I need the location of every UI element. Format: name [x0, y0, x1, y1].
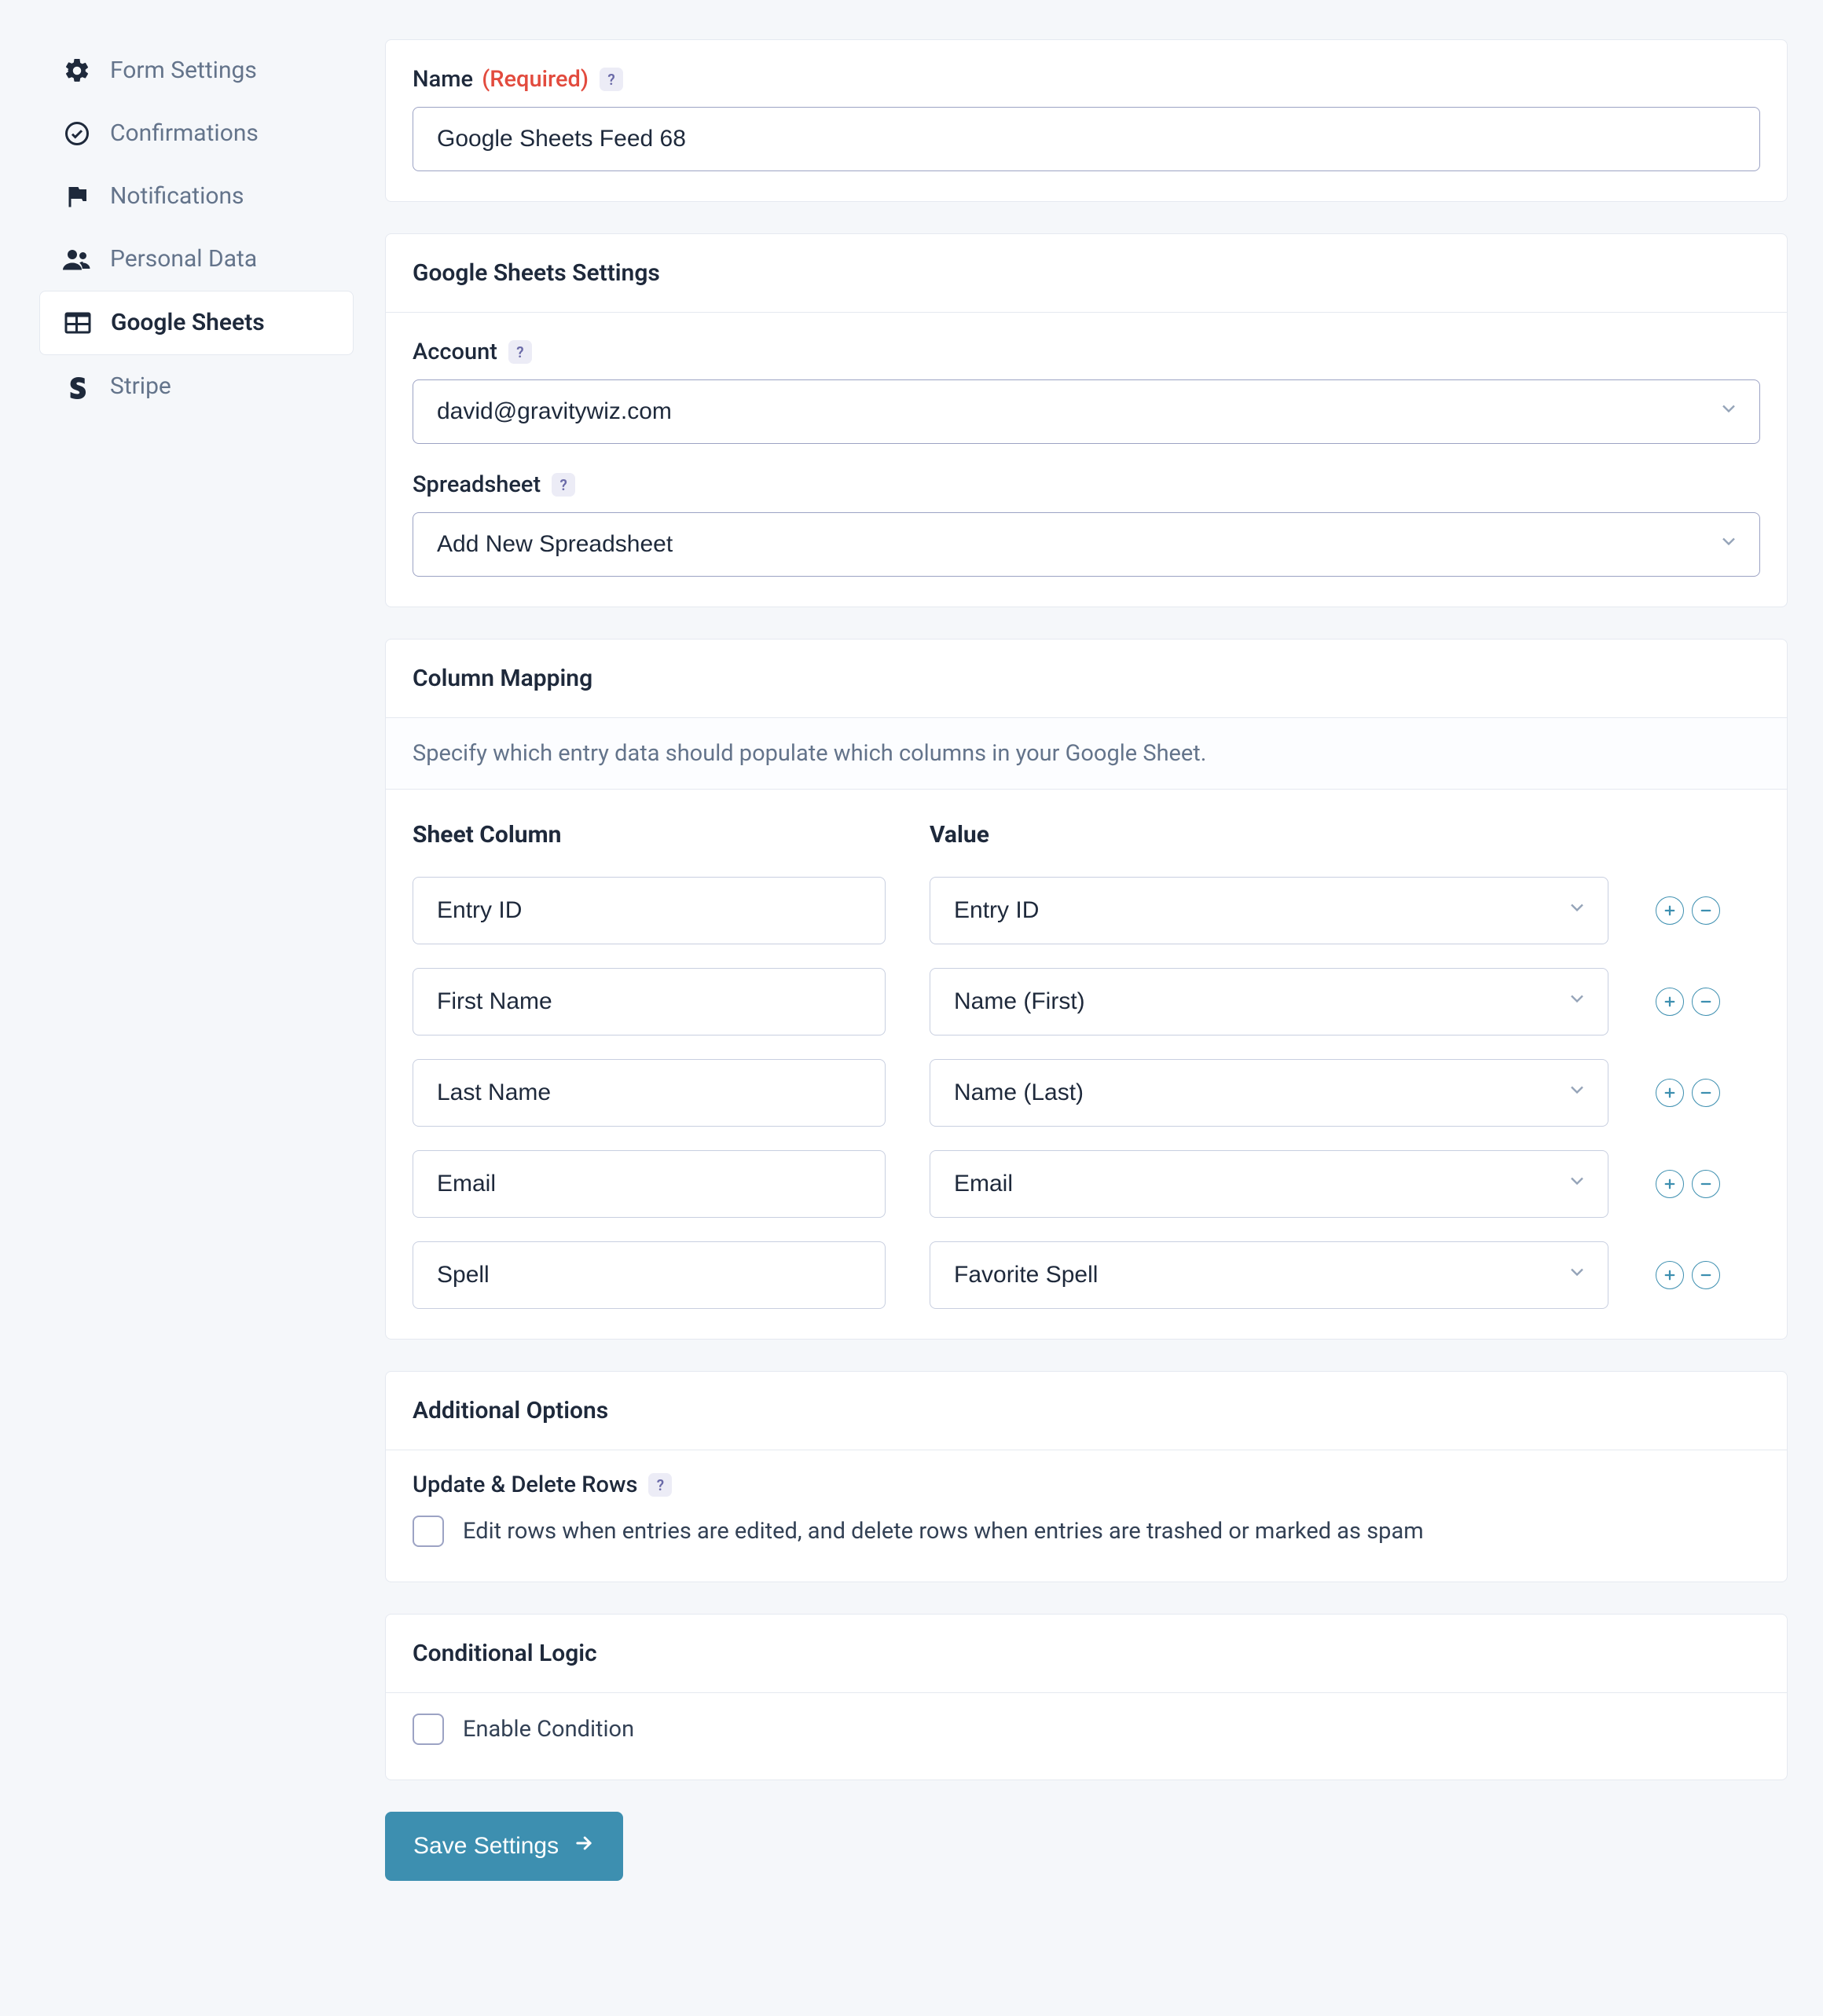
row-actions: [1652, 896, 1720, 925]
value-select[interactable]: [930, 1059, 1608, 1127]
sheet-column-input[interactable]: [413, 1150, 886, 1218]
help-icon[interactable]: ?: [648, 1473, 672, 1497]
sidebar-item-label: Confirmations: [110, 122, 259, 145]
users-icon: [63, 245, 91, 273]
account-label: Account ?: [413, 339, 532, 365]
enable-condition-checkbox[interactable]: [413, 1714, 444, 1745]
remove-row-button[interactable]: [1692, 1079, 1720, 1107]
column-header-value: Value: [930, 821, 1608, 853]
mapping-panel-title: Column Mapping: [386, 640, 1787, 718]
gear-icon: [63, 57, 91, 85]
flag-icon: [63, 182, 91, 211]
value-select[interactable]: [930, 877, 1608, 944]
sheet-column-input[interactable]: [413, 1059, 886, 1127]
mapping-panel-description: Specify which entry data should populate…: [386, 718, 1787, 790]
check-circle-icon: [63, 119, 91, 148]
spreadsheet-label: Spreadsheet ?: [413, 471, 575, 498]
sheets-icon: [64, 309, 92, 337]
mapping-grid: Sheet Column Value: [413, 821, 1760, 1309]
add-row-button[interactable]: [1656, 1079, 1684, 1107]
add-row-button[interactable]: [1656, 896, 1684, 925]
sidebar-item-notifications[interactable]: Notifications: [39, 165, 354, 228]
help-icon[interactable]: ?: [552, 473, 575, 497]
row-actions: [1652, 988, 1720, 1016]
update-delete-rows-label: Update & Delete Rows ?: [413, 1472, 672, 1498]
remove-row-button[interactable]: [1692, 1261, 1720, 1289]
row-actions: [1652, 1170, 1720, 1198]
conditional-logic-title: Conditional Logic: [386, 1615, 1787, 1693]
add-row-button[interactable]: [1656, 988, 1684, 1016]
spreadsheet-select[interactable]: [413, 512, 1760, 577]
sidebar-item-label: Personal Data: [110, 247, 257, 271]
row-actions: [1652, 1079, 1720, 1107]
sidebar-item-label: Google Sheets: [111, 311, 265, 335]
sidebar-item-form-settings[interactable]: Form Settings: [39, 39, 354, 102]
additional-options-title: Additional Options: [386, 1372, 1787, 1450]
row-actions: [1652, 1261, 1720, 1289]
value-select[interactable]: [930, 1241, 1608, 1309]
update-delete-rows-checkbox-label: Edit rows when entries are edited, and d…: [463, 1518, 1424, 1545]
enable-condition-checkbox-label: Enable Condition: [463, 1716, 634, 1743]
value-select[interactable]: [930, 968, 1608, 1035]
remove-row-button[interactable]: [1692, 988, 1720, 1016]
value-select[interactable]: [930, 1150, 1608, 1218]
help-icon[interactable]: ?: [508, 340, 532, 364]
sidebar-item-label: Form Settings: [110, 59, 257, 82]
sheet-column-input[interactable]: [413, 1241, 886, 1309]
account-select[interactable]: [413, 379, 1760, 444]
remove-row-button[interactable]: [1692, 896, 1720, 925]
add-row-button[interactable]: [1656, 1170, 1684, 1198]
feed-name-input[interactable]: [413, 107, 1760, 171]
required-tag: (Required): [482, 66, 589, 93]
add-row-button[interactable]: [1656, 1261, 1684, 1289]
sidebar-item-label: Stripe: [110, 375, 171, 398]
sidebar-item-google-sheets[interactable]: Google Sheets: [39, 291, 354, 355]
name-panel: Name (Required) ?: [385, 39, 1788, 202]
remove-row-button[interactable]: [1692, 1170, 1720, 1198]
additional-options-panel: Additional Options Update & Delete Rows …: [385, 1371, 1788, 1582]
settings-panel-title: Google Sheets Settings: [386, 234, 1787, 313]
sheet-column-input[interactable]: [413, 877, 886, 944]
update-delete-rows-checkbox[interactable]: [413, 1516, 444, 1547]
sidebar-item-label: Notifications: [110, 185, 244, 208]
name-field-label: Name (Required) ?: [413, 66, 623, 93]
mapping-panel: Column Mapping Specify which entry data …: [385, 639, 1788, 1340]
stripe-icon: [63, 372, 91, 401]
sidebar-item-personal-data[interactable]: Personal Data: [39, 228, 354, 291]
sheet-column-input[interactable]: [413, 968, 886, 1035]
settings-panel: Google Sheets Settings Account ?: [385, 233, 1788, 607]
column-header-sheet-column: Sheet Column: [413, 821, 886, 853]
save-settings-button[interactable]: Save Settings: [385, 1812, 623, 1881]
settings-sidebar: Form Settings Confirmations Notification…: [39, 39, 354, 1881]
arrow-right-icon: [573, 1832, 595, 1860]
conditional-logic-panel: Conditional Logic Enable Condition: [385, 1614, 1788, 1780]
main-content: Name (Required) ? Google Sheets Settings…: [385, 39, 1788, 1881]
sidebar-item-stripe[interactable]: Stripe: [39, 355, 354, 418]
help-icon[interactable]: ?: [600, 68, 623, 91]
save-settings-button-label: Save Settings: [413, 1833, 559, 1860]
sidebar-item-confirmations[interactable]: Confirmations: [39, 102, 354, 165]
